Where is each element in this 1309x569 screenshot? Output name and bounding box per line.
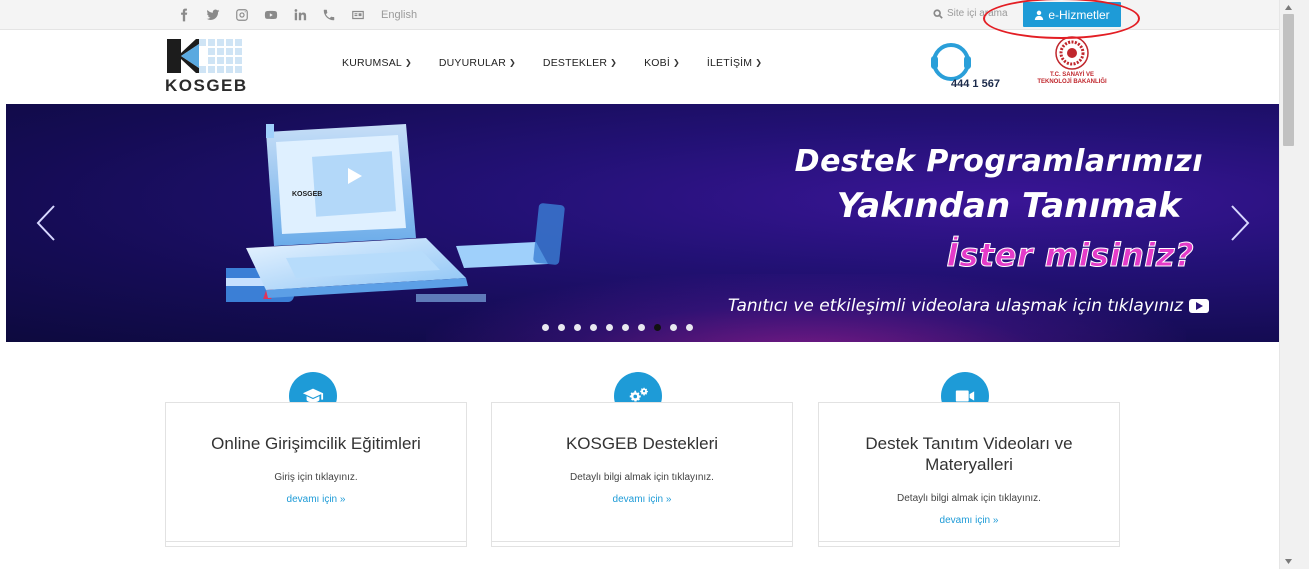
- card-shadow-line: [491, 541, 793, 547]
- contact-card-icon[interactable]: [346, 0, 370, 30]
- slider-dot[interactable]: [558, 324, 565, 331]
- search-icon: [933, 8, 943, 19]
- slider-dots: [542, 324, 693, 331]
- slider-dot[interactable]: [670, 324, 677, 331]
- slider-dot[interactable]: [574, 324, 581, 331]
- phone-icon[interactable]: [317, 0, 341, 30]
- card-title: KOSGEB Destekleri: [565, 434, 719, 453]
- slider-dot[interactable]: [542, 324, 549, 331]
- card-more-link[interactable]: devamı için »: [492, 494, 792, 505]
- nav-label: DESTEKLER: [542, 57, 608, 69]
- slider-dot[interactable]: [622, 324, 629, 331]
- nav-label: DUYURULAR: [438, 57, 507, 69]
- site-search-link[interactable]: Site içi arama: [933, 8, 1008, 19]
- card-videos-materials[interactable]: Destek Tanıtım Videoları ve Materyalleri…: [818, 402, 1120, 547]
- hero-next-arrow[interactable]: [1230, 204, 1250, 242]
- ministry-name: T.C. SANAYİ VE TEKNOLOJİ BAKANLIĞI: [1030, 72, 1114, 86]
- slider-dot[interactable]: [590, 324, 597, 331]
- chevron-down-icon: ❯: [509, 57, 516, 67]
- ministry-logo[interactable]: T.C. SANAYİ VE TEKNOLOJİ BAKANLIĞI: [1030, 36, 1114, 94]
- slider-dot[interactable]: [638, 324, 645, 331]
- main-header: KOSGEB KURUMSAL ❯ DUYURULAR ❯ DESTEKLER ❯ K…: [0, 30, 1279, 104]
- laptop-brand-text: KOSGEB: [292, 191, 322, 198]
- instagram-icon[interactable]: [230, 0, 254, 30]
- call-center-number[interactable]: 444 1 567: [951, 78, 1000, 90]
- scroll-down-arrow[interactable]: [1283, 556, 1294, 566]
- nav-kurumsal[interactable]: KURUMSAL ❯: [342, 57, 412, 69]
- nav-label: KURUMSAL: [342, 57, 402, 69]
- youtube-icon[interactable]: [259, 0, 283, 30]
- card-shadow-line: [818, 541, 1120, 547]
- ministry-line-1: T.C. SANAYİ VE: [1049, 72, 1095, 78]
- slider-dot[interactable]: [654, 324, 661, 331]
- main-nav: KURUMSAL ❯ DUYURULAR ❯ DESTEKLER ❯ KOBİ ❯ İL…: [342, 57, 789, 69]
- e-services-label: e-Hizmetler: [1048, 7, 1110, 22]
- card-description: Giriş için tıklayınız.: [274, 472, 358, 483]
- chevron-down-icon: ❯: [404, 57, 412, 67]
- card-shadow-line: [165, 541, 467, 547]
- card-description: Detaylı bilgi almak için tıklayınız.: [570, 472, 714, 483]
- nav-destekler[interactable]: DESTEKLER ❯: [543, 57, 617, 69]
- chevron-left-icon: [36, 205, 55, 241]
- hero-prev-arrow[interactable]: [36, 204, 56, 242]
- chevron-down-icon: ❯: [755, 57, 763, 67]
- play-icon: [1189, 299, 1209, 313]
- ministry-emblem-icon: [1055, 36, 1089, 70]
- top-bar: English Site içi arama e-Hizmetler: [0, 0, 1279, 30]
- slider-dot[interactable]: [686, 324, 693, 331]
- ministry-line-2: TEKNOLOJİ BAKANLIĞI: [1037, 79, 1107, 85]
- card-title: Online Girişimcilik Eğitimleri: [211, 434, 421, 453]
- hero-slider[interactable]: KOSGEB Destek Programlarımızı Yakından T…: [6, 104, 1279, 342]
- nav-kobi[interactable]: KOBİ ❯: [644, 57, 680, 69]
- slider-dot[interactable]: [606, 324, 613, 331]
- chevron-down-icon: ❯: [610, 57, 618, 67]
- language-link[interactable]: English: [381, 9, 417, 21]
- nav-label: KOBİ: [644, 57, 670, 69]
- scroll-up-arrow[interactable]: [1283, 2, 1294, 12]
- hero-subtitle: Tanıtıcı ve etkileşimli videolara ulaşma…: [727, 296, 1183, 316]
- logo-wordmark: KOSGEB: [165, 76, 248, 95]
- nav-label: İLETİŞİM: [706, 57, 753, 69]
- chevron-down-icon: ❯: [672, 57, 680, 67]
- nav-iletisim[interactable]: İLETİŞİM ❯: [707, 57, 762, 69]
- twitter-icon[interactable]: [201, 0, 225, 30]
- scrollbar-thumb[interactable]: [1283, 14, 1294, 146]
- hero-subtitle-link[interactable]: Tanıtıcı ve etkileşimli videolara ulaşma…: [728, 296, 1209, 316]
- social-links: English: [172, 0, 417, 30]
- card-more-link[interactable]: devamı için »: [166, 494, 466, 505]
- hero-title-line-2: Yakından Tanımak: [836, 186, 1181, 226]
- linkedin-icon[interactable]: [288, 0, 312, 30]
- laptop-illustration: KOSGEB: [226, 124, 565, 302]
- chevron-right-icon: [1231, 205, 1250, 241]
- card-title: Destek Tanıtım Videoları ve Materyalleri: [865, 434, 1073, 474]
- facebook-icon[interactable]: [172, 0, 196, 30]
- site-search-label: Site içi arama: [947, 8, 1008, 19]
- kosgeb-homepage: English Site içi arama e-Hizmetler KOSGE…: [0, 0, 1309, 569]
- nav-duyurular[interactable]: DUYURULAR ❯: [439, 57, 516, 69]
- hero-title-line-1: Destek Programlarımızı: [794, 144, 1203, 179]
- card-kosgeb-supports[interactable]: KOSGEB Destekleri Detaylı bilgi almak iç…: [491, 402, 793, 547]
- card-description: Detaylı bilgi almak için tıklayınız.: [897, 493, 1041, 504]
- e-services-button[interactable]: e-Hizmetler: [1023, 2, 1121, 27]
- hero-title-line-3: İster misiniz?: [946, 236, 1194, 275]
- card-more-link[interactable]: devamı için »: [819, 515, 1119, 526]
- card-online-training[interactable]: Online Girişimcilik Eğitimleri Giriş içi…: [165, 402, 467, 547]
- user-icon: [1035, 10, 1044, 20]
